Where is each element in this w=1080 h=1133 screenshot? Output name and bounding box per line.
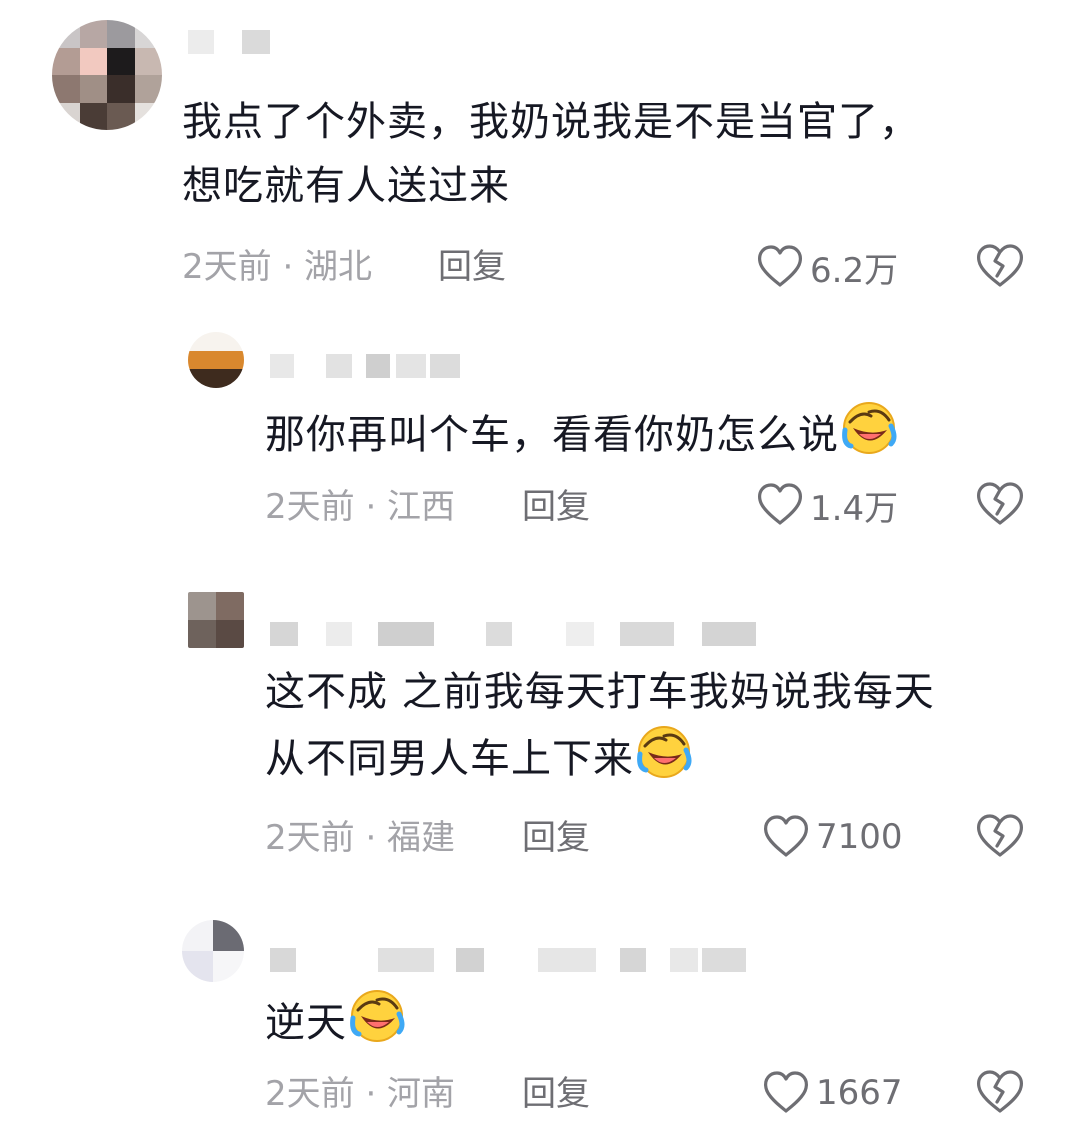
reply-button[interactable]: 回复 — [522, 1072, 590, 1116]
reply-item: 这不成 之前我每天打车我妈说我每天 从不同男人车上下来 2天前 · 福建 回复 … — [0, 580, 1080, 880]
username-blurred[interactable] — [270, 354, 460, 378]
reply-item: 逆天 2天前 · 河南 回复 1667 — [0, 910, 1080, 1133]
like-count: 7100 — [816, 817, 903, 857]
reply-button[interactable]: 回复 — [522, 485, 590, 529]
broken-heart-icon — [975, 814, 1025, 864]
comment-meta: 2天前 · 湖北 — [182, 247, 373, 287]
heart-outline-icon — [762, 814, 810, 860]
comment-text: 那你再叫个车，看看你奶怎么说 — [265, 400, 1045, 467]
dislike-button[interactable] — [975, 812, 1025, 862]
avatar[interactable] — [52, 20, 162, 130]
username-blurred[interactable] — [270, 948, 750, 972]
like-button[interactable]: 1667 — [762, 1068, 903, 1118]
like-button[interactable]: 7100 — [762, 812, 903, 862]
heart-outline-icon — [756, 244, 804, 290]
broken-heart-icon — [975, 244, 1025, 294]
heart-outline-icon — [762, 1070, 810, 1116]
comment-meta: 2天前 · 河南 — [265, 1074, 456, 1114]
like-count: 1.4万 — [810, 488, 899, 529]
rolling-on-floor-laughing-emoji — [842, 402, 897, 454]
reply-item: 那你再叫个车，看看你奶怎么说 2天前 · 江西 回复 1.4万 — [0, 320, 1080, 540]
dislike-button[interactable] — [975, 242, 1025, 292]
rolling-on-floor-laughing-emoji — [637, 726, 692, 778]
avatar[interactable] — [188, 332, 244, 388]
comment-text: 这不成 之前我每天打车我妈说我每天 从不同男人车上下来 — [265, 660, 1055, 791]
username-blurred[interactable] — [188, 30, 278, 54]
reply-button[interactable]: 回复 — [522, 816, 590, 860]
comment-meta: 2天前 · 福建 — [265, 818, 456, 858]
like-button[interactable]: 6.2万 — [756, 242, 898, 292]
comment-text-content: 逆天 — [265, 1000, 347, 1046]
like-count: 6.2万 — [810, 250, 899, 291]
rolling-on-floor-laughing-emoji — [350, 990, 405, 1042]
dislike-button[interactable] — [975, 1068, 1025, 1118]
heart-outline-icon — [756, 482, 804, 528]
dislike-button[interactable] — [975, 480, 1025, 530]
broken-heart-icon — [975, 1070, 1025, 1120]
comment-item: 我点了个外卖，我奶说我是不是当官了， 想吃就有人送过来 2天前 · 湖北 回复 … — [0, 0, 1080, 300]
comment-meta: 2天前 · 江西 — [265, 487, 456, 527]
like-count: 1667 — [816, 1073, 903, 1113]
comment-text: 我点了个外卖，我奶说我是不是当官了， 想吃就有人送过来 — [182, 99, 920, 209]
broken-heart-icon — [975, 482, 1025, 532]
reply-button[interactable]: 回复 — [438, 245, 506, 289]
comment-text: 逆天 — [265, 988, 965, 1055]
comment-text-content: 这不成 之前我每天打车我妈说我每天 从不同男人车上下来 — [265, 669, 935, 782]
like-button[interactable]: 1.4万 — [756, 480, 898, 530]
comment-text-content: 那你再叫个车，看看你奶怎么说 — [265, 412, 839, 458]
avatar[interactable] — [188, 592, 244, 648]
username-blurred[interactable] — [270, 622, 760, 646]
avatar[interactable] — [182, 920, 244, 982]
